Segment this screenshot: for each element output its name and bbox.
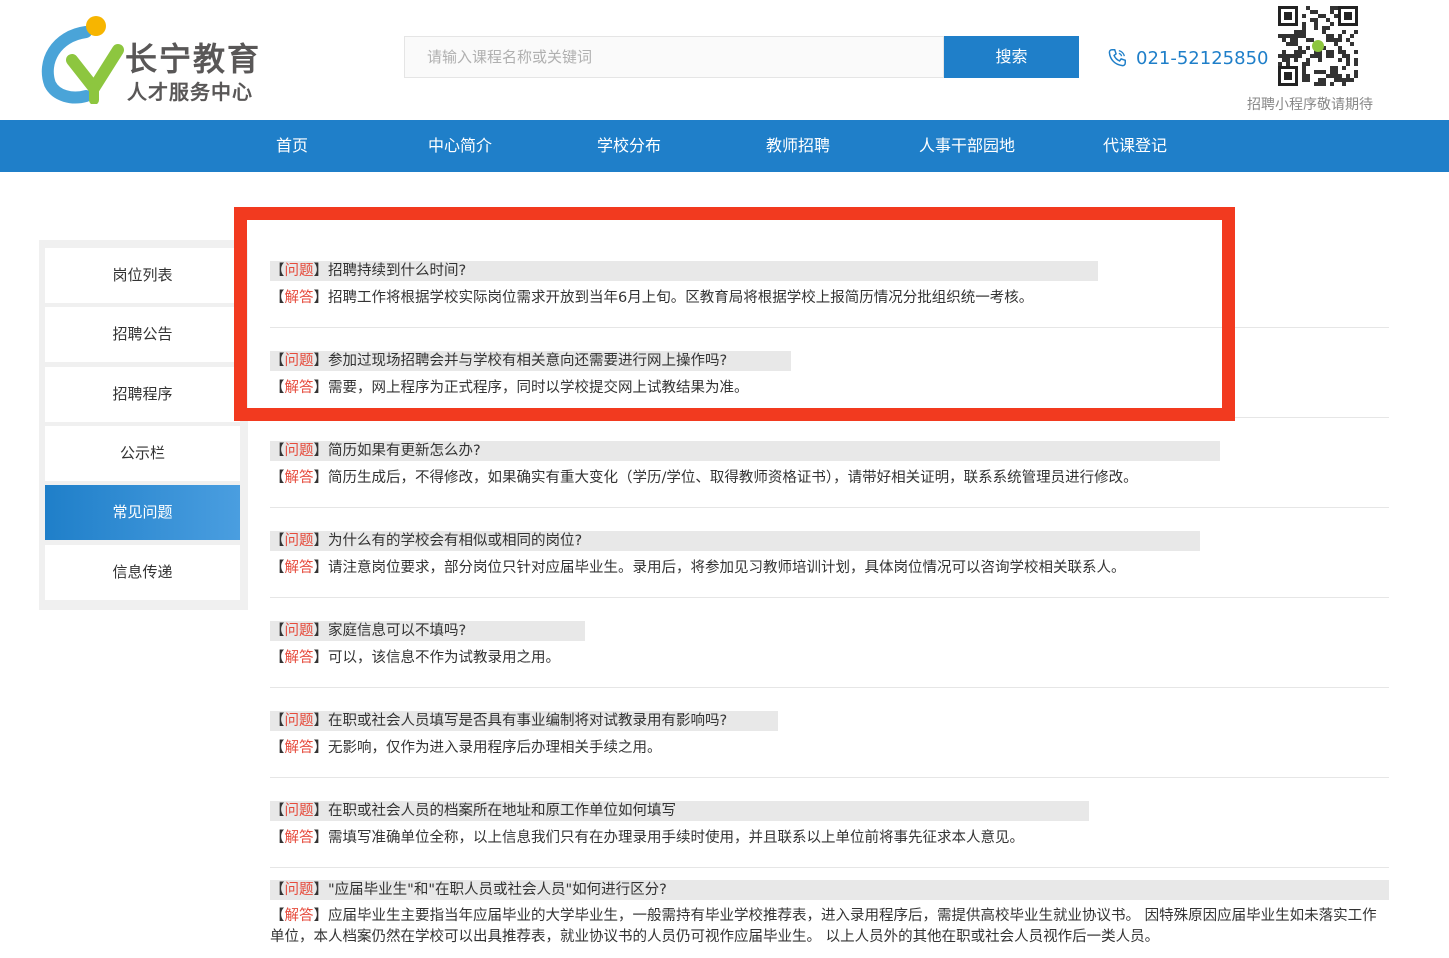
sidebar-item-positions[interactable]: 岗位列表 <box>45 248 240 303</box>
faq-answer: 【解答】需填写准确单位全称，以上信息我们只有在办理录用手续时使用，并且联系以上单… <box>270 830 1024 846</box>
faq-item: 【问题】在职或社会人员的档案所在地址和原工作单位如何填写 【解答】需填写准确单位… <box>270 801 1389 868</box>
nav-item-hr-garden[interactable]: 人事干部园地 <box>919 120 1015 172</box>
faq-answer: 【解答】应届毕业生主要指当年应届毕业的大学毕业生，一般需持有毕业学校推荐表，进入… <box>270 908 1377 945</box>
highlight-box <box>234 207 1235 421</box>
sidebar-item-faq[interactable]: 常见问题 <box>45 485 240 540</box>
faq-item: 【问题】"应届毕业生"和"在职人员或社会人员"如何进行区分? 【解答】应届毕业生… <box>270 880 1389 958</box>
faq-item: 【问题】简历如果有更新怎么办? 【解答】简历生成后，不得修改，如果确实有重大变化… <box>270 441 1389 508</box>
faq-answer: 【解答】无影响，仅作为进入录用程序后办理相关手续之用。 <box>270 740 662 756</box>
nav-item-about[interactable]: 中心简介 <box>428 120 492 172</box>
sidebar-item-procedure[interactable]: 招聘程序 <box>45 367 240 422</box>
phone-number: 021-52125850 <box>1136 47 1269 69</box>
faq-question: 【问题】家庭信息可以不填吗? <box>270 621 585 641</box>
phone-contact: 021-52125850 <box>1106 46 1268 70</box>
main-nav: 首页 中心简介 学校分布 教师招聘 人事干部园地 代课登记 <box>0 120 1449 172</box>
search-button[interactable]: 搜索 <box>944 36 1079 78</box>
sidebar-item-info[interactable]: 信息传递 <box>45 545 240 600</box>
logo-subtitle: 人才服务中心 <box>127 80 253 104</box>
faq-question: 【问题】简历如果有更新怎么办? <box>270 441 1220 461</box>
nav-item-schools[interactable]: 学校分布 <box>597 120 661 172</box>
faq-question: 【问题】为什么有的学校会有相似或相同的岗位? <box>270 531 1200 551</box>
faq-question: 【问题】在职或社会人员填写是否具有事业编制将对试教录用有影响吗? <box>270 711 778 731</box>
faq-answer: 【解答】可以，该信息不作为试教录用之用。 <box>270 650 560 666</box>
faq-question: 【问题】"应届毕业生"和"在职人员或社会人员"如何进行区分? <box>270 880 1389 900</box>
faq-item: 【问题】为什么有的学校会有相似或相同的岗位? 【解答】请注意岗位要求，部分岗位只… <box>270 531 1389 598</box>
faq-question: 【问题】在职或社会人员的档案所在地址和原工作单位如何填写 <box>270 801 1089 821</box>
site-header: 长宁教育 人才服务中心 请输入课程名称或关键词 搜索 021-52125850 … <box>0 0 1449 120</box>
sidebar-item-announcements[interactable]: 招聘公告 <box>45 307 240 362</box>
logo-title: 长宁教育 <box>125 40 262 78</box>
faq-item: 【问题】家庭信息可以不填吗? 【解答】可以，该信息不作为试教录用之用。 <box>270 621 1389 688</box>
faq-answer: 【解答】简历生成后，不得修改，如果确实有重大变化（学历/学位、取得教师资格证书）… <box>270 470 1138 486</box>
nav-item-home[interactable]: 首页 <box>276 120 308 172</box>
sidebar: 岗位列表 招聘公告 招聘程序 公示栏 常见问题 信息传递 <box>39 240 248 610</box>
qr-code-icon <box>1276 4 1360 88</box>
nav-item-recruitment[interactable]: 教师招聘 <box>766 120 830 172</box>
faq-answer: 【解答】请注意岗位要求，部分岗位只针对应届毕业生。录用后，将参加见习教师培训计划… <box>270 560 1126 576</box>
search-input[interactable]: 请输入课程名称或关键词 <box>404 36 944 78</box>
sidebar-item-notice-board[interactable]: 公示栏 <box>45 426 240 481</box>
qr-caption: 招聘小程序敬请期待 <box>1247 97 1373 113</box>
nav-item-substitute[interactable]: 代课登记 <box>1103 120 1167 172</box>
phone-icon <box>1108 49 1126 67</box>
faq-item: 【问题】在职或社会人员填写是否具有事业编制将对试教录用有影响吗? 【解答】无影响… <box>270 711 1389 778</box>
